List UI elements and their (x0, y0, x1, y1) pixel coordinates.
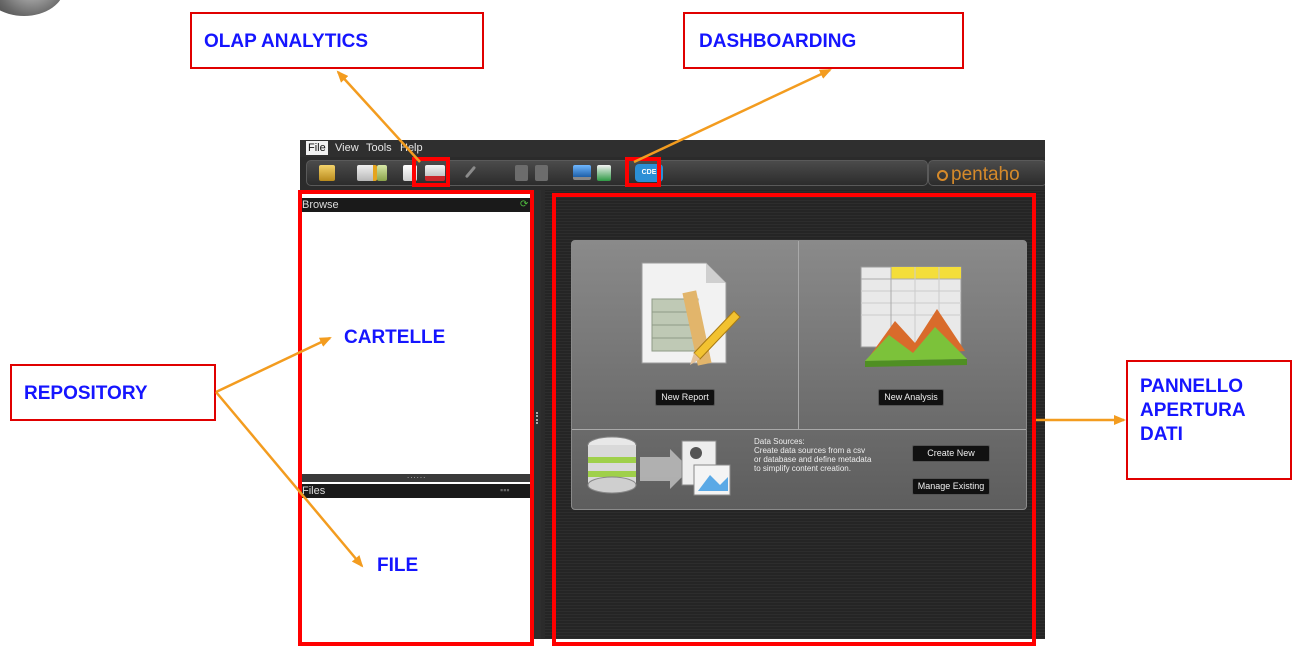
arrow-repository-cartelle (215, 336, 332, 394)
arrow-dashboarding (633, 68, 832, 164)
arrow-olap (336, 70, 421, 163)
arrow-repository-file (215, 391, 364, 568)
annotation-arrows (215, 68, 1126, 568)
